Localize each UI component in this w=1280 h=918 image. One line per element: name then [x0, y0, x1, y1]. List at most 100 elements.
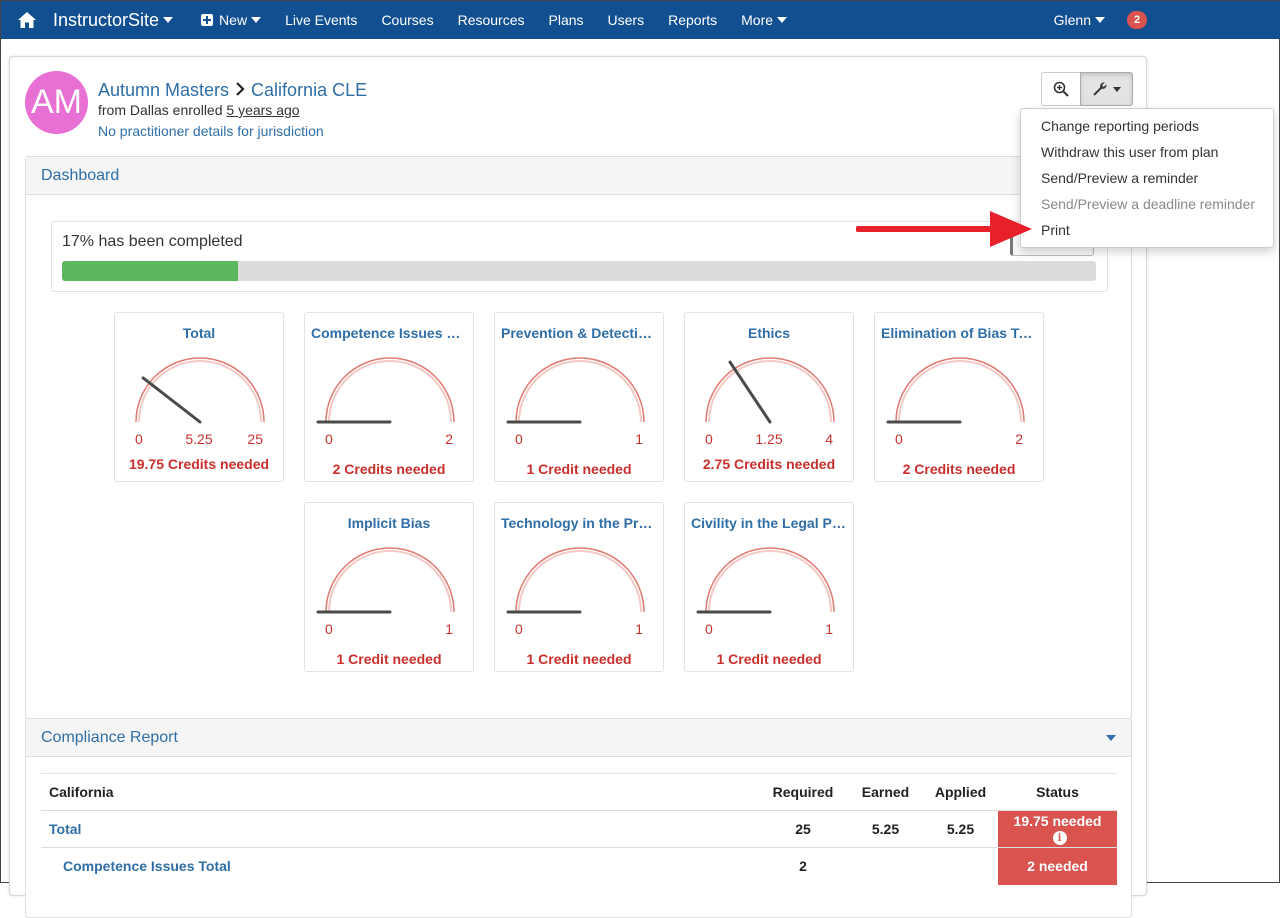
gauge-credits-needed: 1 Credit needed: [526, 651, 632, 667]
gauge-max: 1: [825, 621, 833, 637]
gauge-card-implicit-bias: Implicit Bias 0 1 1 Credit needed: [304, 502, 474, 672]
gauge-credits-needed: 1 Credit needed: [336, 651, 442, 667]
plan-name-link[interactable]: California CLE: [251, 80, 367, 101]
gauge-needle: [728, 360, 772, 424]
row-earned: [848, 847, 923, 885]
nav-courses[interactable]: Courses: [369, 1, 445, 39]
row-required: 25: [758, 810, 848, 848]
gauge-card-total: Total 0 5.25 25 19.75 Credits needed: [114, 312, 284, 482]
caret-down-icon: [163, 17, 174, 23]
gauge-min: 0: [325, 621, 333, 637]
gauge-arc: [515, 357, 645, 423]
user-name-link[interactable]: Autumn Masters: [98, 80, 229, 101]
top-navbar: InstructorSite New Live Events Courses R…: [1, 1, 1280, 39]
actions-dropdown-menu: Change reporting periods Withdraw this u…: [1020, 108, 1274, 248]
nav-plans[interactable]: Plans: [537, 1, 596, 39]
compliance-title: Compliance Report: [41, 728, 178, 746]
status-badge: 2 needed: [998, 847, 1117, 885]
brand-menu[interactable]: InstructorSite: [53, 9, 174, 31]
gauge-arc-inner: [138, 360, 262, 423]
gauge-arc-inner: [898, 360, 1022, 423]
row-applied: 5.25: [923, 810, 998, 848]
user-plan-card: AM Autumn Masters California CLE from Da…: [9, 56, 1147, 918]
table-row: Competence Issues Total 2 2 needed: [41, 847, 1117, 885]
nav-more[interactable]: More: [729, 1, 799, 39]
column-header-status: Status: [998, 773, 1117, 811]
gauge-dial: [886, 357, 1025, 424]
gauge-min: 0: [515, 621, 523, 637]
menu-item-send-reminder[interactable]: Send/Preview a reminder: [1021, 165, 1273, 191]
nav-more-label: More: [741, 12, 774, 28]
gauge-credits-needed: 19.75 Credits needed: [128, 456, 270, 472]
compliance-header[interactable]: Compliance Report: [26, 719, 1131, 757]
actions-dropdown-button[interactable]: [1080, 72, 1133, 106]
gauge-card-civility: Civility in the Legal Profession 0 1 1 C…: [684, 502, 854, 672]
gauge-credits-needed: 1 Credit needed: [716, 651, 822, 667]
column-header-earned: Earned: [848, 773, 923, 811]
gauge-arc-inner: [518, 360, 642, 423]
user-menu[interactable]: Glenn: [1054, 12, 1105, 28]
gauge-arc-inner: [708, 360, 832, 423]
zoom-button[interactable]: [1041, 72, 1081, 106]
caret-down-icon: [1095, 17, 1105, 23]
row-name-link[interactable]: Total: [41, 810, 758, 848]
menu-item-print[interactable]: Print: [1021, 217, 1273, 243]
gauge-credits-needed: 1 Credit needed: [526, 461, 632, 477]
gauge-arc: [705, 357, 835, 423]
gauge-card-technology: Technology in the Practice of Law 0 1 1 …: [494, 502, 664, 672]
menu-item-change-reporting-periods[interactable]: Change reporting periods: [1021, 113, 1273, 139]
gauge-dial: [506, 357, 645, 424]
enrollment-prefix: from Dallas enrolled: [98, 102, 223, 118]
status-badge: 19.75 needed i: [998, 810, 1117, 848]
gauge-arc: [895, 357, 1025, 423]
chevron-right-icon: [235, 80, 245, 101]
gauge-credits-needed: 2 Credits needed: [332, 461, 446, 477]
nav-right: Glenn 2: [1054, 1, 1280, 39]
compliance-table: California Required Earned Applied Statu…: [41, 773, 1117, 885]
row-name-link[interactable]: Competence Issues Total: [41, 847, 758, 885]
status-text: 2 needed: [1027, 858, 1088, 875]
nav-reports[interactable]: Reports: [656, 1, 729, 39]
gauge-card-competence: Competence Issues Total 0 2 2 Credits ne…: [304, 312, 474, 482]
gauge-max: 25: [247, 431, 263, 447]
gauge-max: 1: [445, 621, 453, 637]
gauge-card-prevention: Prevention & Detection Total 0 1 1 Credi…: [494, 312, 664, 482]
plus-icon: [201, 14, 214, 26]
gauge-arc-inner: [328, 550, 452, 613]
gauge-arc: [515, 547, 645, 613]
gauge-max: 4: [825, 431, 833, 447]
nav-new-label: New: [219, 12, 248, 28]
notification-badge[interactable]: 2: [1127, 11, 1147, 29]
nav-resources[interactable]: Resources: [446, 1, 537, 39]
table-header-row: California Required Earned Applied Statu…: [41, 773, 1117, 811]
gauge-arc: [325, 547, 455, 613]
breadcrumb: Autumn Masters California CLE: [98, 80, 367, 101]
nav-live-events[interactable]: Live Events: [273, 1, 369, 39]
jurisdiction-link[interactable]: No practitioner details for jurisdiction: [98, 123, 324, 139]
gauge-credits-needed: 2 Credits needed: [902, 461, 1016, 477]
nav-users[interactable]: Users: [596, 1, 657, 39]
nav-new[interactable]: New: [189, 1, 273, 39]
wrench-icon: [1093, 82, 1107, 96]
home-button[interactable]: [1, 1, 53, 39]
brand-label: InstructorSite: [53, 9, 160, 30]
row-required: 2: [758, 847, 848, 885]
gauge-max: 1: [635, 621, 643, 637]
gauge-dial: [696, 547, 835, 614]
gauge-max: 2: [1015, 431, 1023, 447]
gauge-dial: [316, 357, 455, 424]
gauge-arc: [135, 357, 265, 423]
gauge-min: 0: [895, 431, 903, 447]
gauge-card-ethics: Ethics 0 1.25 4 2.75 Credits needed: [684, 312, 854, 482]
menu-item-withdraw-user[interactable]: Withdraw this user from plan: [1021, 139, 1273, 165]
info-icon[interactable]: i: [1052, 831, 1067, 846]
collapse-caret-icon[interactable]: [1106, 735, 1116, 741]
gauge-arc: [325, 357, 455, 423]
gauge-min: 0: [325, 431, 333, 447]
gauge-needle: [141, 376, 202, 424]
compliance-panel: Compliance Report California Required Ea…: [25, 718, 1132, 918]
enrollment-info: from Dallas enrolled 5 years ago: [98, 102, 300, 118]
gauge-arc-inner: [708, 550, 832, 613]
enrollment-date: 5 years ago: [226, 102, 300, 118]
gauge-dial: [316, 547, 455, 614]
